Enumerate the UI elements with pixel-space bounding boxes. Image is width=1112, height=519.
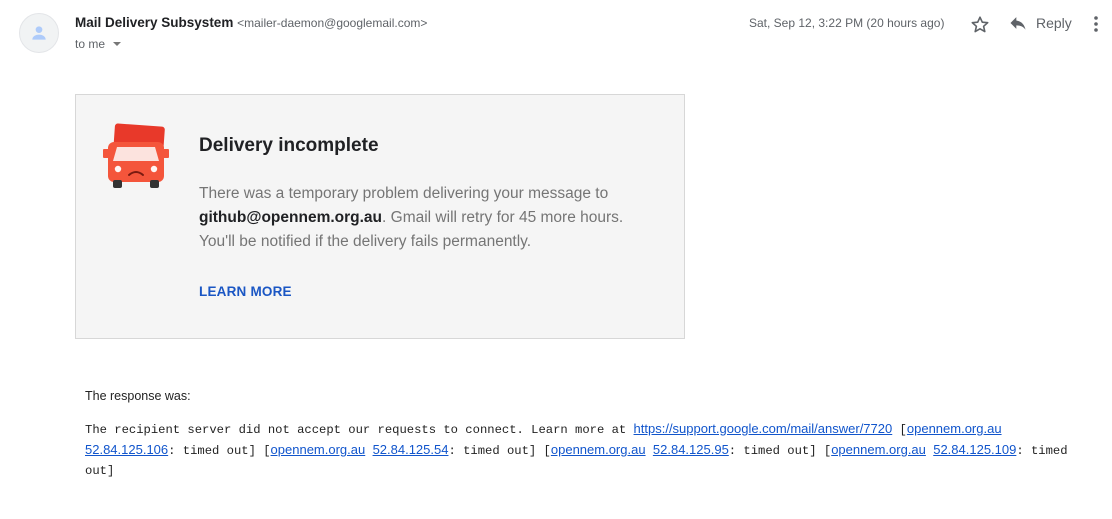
sender-name[interactable]: Mail Delivery Subsystem xyxy=(75,15,233,30)
sender-email: <mailer-daemon@googlemail.com> xyxy=(237,16,428,30)
entry-status: : timed out] xyxy=(448,444,537,458)
more-options-button[interactable] xyxy=(1090,12,1102,36)
sender-line: Mail Delivery Subsystem <mailer-daemon@g… xyxy=(75,15,427,30)
response-details: The recipient server did not accept our … xyxy=(85,421,1068,478)
card-message: There was a temporary problem delivering… xyxy=(199,182,659,254)
avatar[interactable] xyxy=(19,13,59,53)
more-vertical-icon xyxy=(1094,16,1098,32)
message-date: Sat, Sep 12, 3:22 PM (20 hours ago) xyxy=(749,16,945,30)
star-button[interactable] xyxy=(968,13,992,37)
response-label: The response was: xyxy=(85,389,191,403)
reply-arrow-icon xyxy=(1010,17,1026,30)
recipient-line: to me xyxy=(75,37,122,51)
host-link[interactable]: opennem.org.au xyxy=(831,442,926,457)
host-link[interactable]: opennem.org.au xyxy=(907,421,1002,436)
to-label: to me xyxy=(75,37,106,51)
person-icon xyxy=(32,26,46,40)
learn-more-link[interactable]: LEARN MORE xyxy=(199,284,292,299)
response-intro: The recipient server did not accept our … xyxy=(85,423,634,437)
sad-truck-icon xyxy=(103,123,169,188)
ip-link[interactable]: 52.84.125.95 xyxy=(653,442,729,457)
show-details-caret-icon[interactable] xyxy=(113,42,122,46)
recipient-address: github@opennem.org.au xyxy=(199,209,383,226)
entry-status: : timed out] xyxy=(168,444,256,458)
help-link[interactable]: https://support.google.com/mail/answer/7… xyxy=(634,421,893,436)
ip-link[interactable]: 52.84.125.109 xyxy=(933,442,1016,457)
card-title: Delivery incomplete xyxy=(199,135,379,156)
reply-label: Reply xyxy=(1036,15,1072,31)
star-outline-icon xyxy=(971,16,989,33)
delivery-status-card: Delivery incomplete There was a temporar… xyxy=(75,94,685,339)
card-text-before: There was a temporary problem delivering… xyxy=(199,185,609,202)
host-link[interactable]: opennem.org.au xyxy=(271,442,366,457)
ip-link[interactable]: 52.84.125.106 xyxy=(85,442,168,457)
entry-status: : timed out] xyxy=(728,444,817,458)
reply-button[interactable]: Reply xyxy=(1008,13,1072,33)
ip-link[interactable]: 52.84.125.54 xyxy=(373,442,449,457)
host-link[interactable]: opennem.org.au xyxy=(551,442,646,457)
